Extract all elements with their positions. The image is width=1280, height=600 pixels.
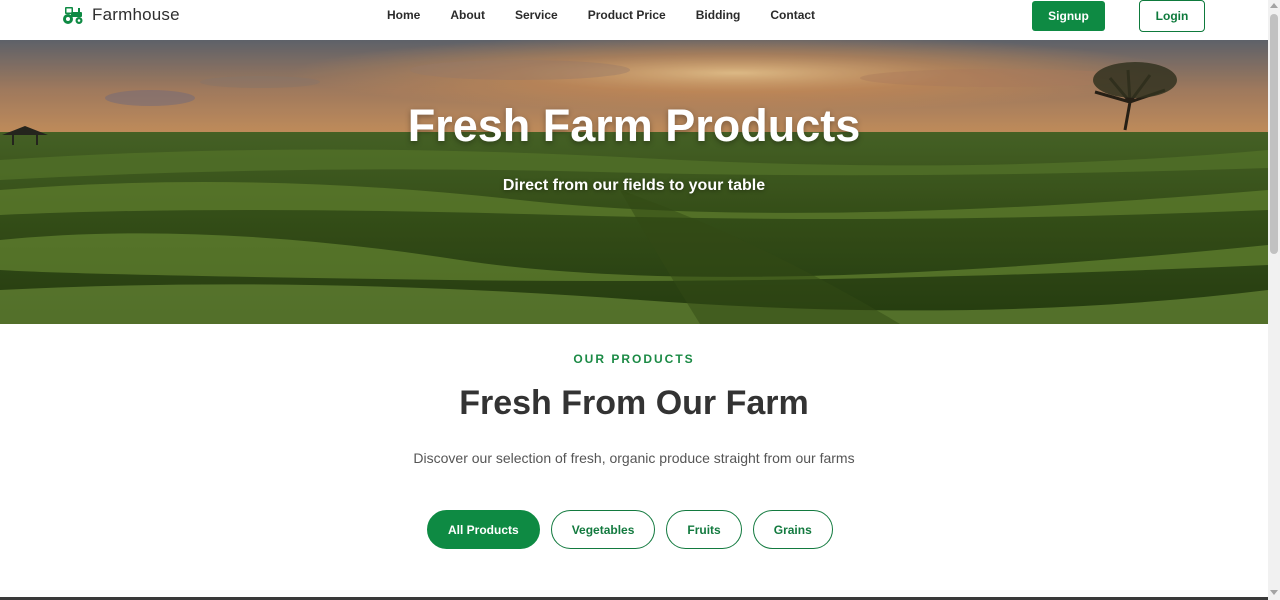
section-description: Discover our selection of fresh, organic…: [413, 450, 855, 466]
nav-about[interactable]: About: [435, 8, 500, 23]
section-title: Fresh From Our Farm: [459, 384, 809, 422]
hero-banner: Fresh Farm Products Direct from our fiel…: [0, 40, 1268, 324]
main-nav: Home About Service Product Price Bidding…: [372, 8, 830, 23]
scrollbar-thumb[interactable]: [1270, 14, 1278, 254]
products-section: OUR PRODUCTS Fresh From Our Farm Discove…: [0, 324, 1268, 600]
brand-logo[interactable]: Farmhouse: [62, 5, 180, 25]
filter-vegetables[interactable]: Vegetables: [550, 510, 656, 549]
product-filters: All Products Vegetables Fruits Grains: [427, 510, 833, 549]
nav-bidding[interactable]: Bidding: [681, 8, 756, 23]
tractor-icon: [62, 5, 84, 25]
nav-contact[interactable]: Contact: [755, 8, 830, 23]
page-scrollbar[interactable]: [1268, 0, 1280, 600]
nav-service[interactable]: Service: [500, 8, 573, 23]
hero-title: Fresh Farm Products: [407, 100, 861, 151]
signup-button[interactable]: Signup: [1032, 1, 1105, 31]
login-button[interactable]: Login: [1139, 0, 1205, 32]
nav-home[interactable]: Home: [372, 8, 435, 23]
section-eyebrow: OUR PRODUCTS: [573, 352, 695, 366]
scroll-up-arrow-icon[interactable]: [1270, 3, 1278, 8]
site-header: Farmhouse Home About Service Product Pri…: [0, 0, 1268, 40]
nav-product-price[interactable]: Product Price: [573, 8, 681, 23]
filter-fruits[interactable]: Fruits: [666, 510, 742, 549]
hero-subtitle: Direct from our fields to your table: [502, 177, 766, 194]
filter-all-products[interactable]: All Products: [427, 510, 540, 549]
scroll-down-arrow-icon[interactable]: [1270, 590, 1278, 595]
brand-name: Farmhouse: [92, 5, 180, 24]
filter-grains[interactable]: Grains: [752, 510, 833, 549]
